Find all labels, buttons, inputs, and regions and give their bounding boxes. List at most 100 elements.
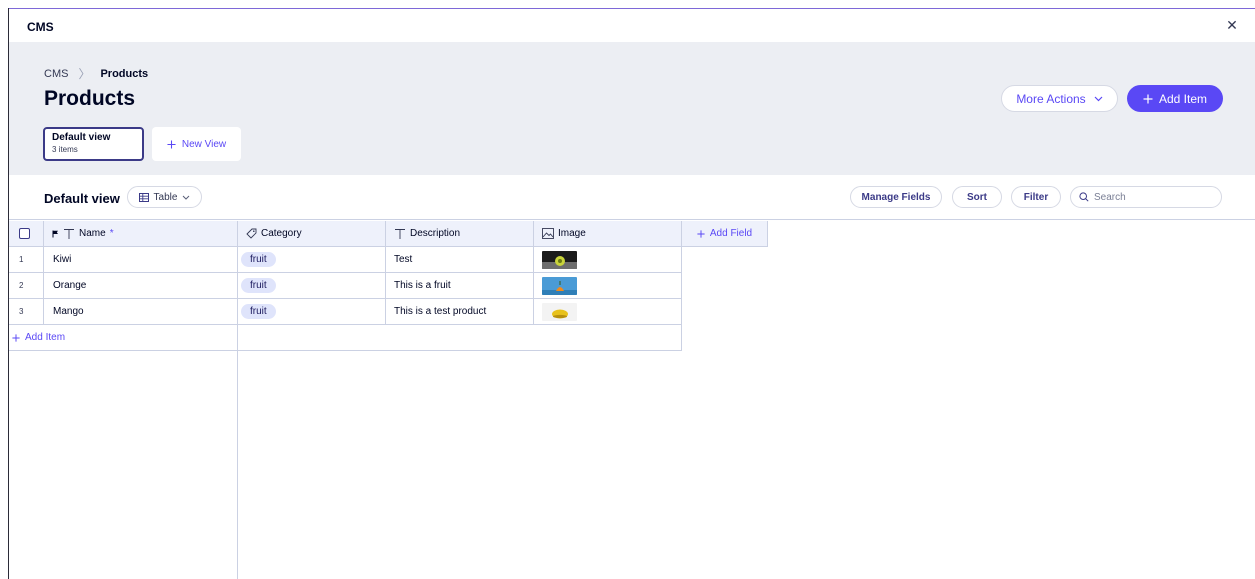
view-tab-count: 3 items <box>52 145 78 154</box>
new-view-button[interactable]: New View <box>152 127 241 161</box>
add-item-row-button[interactable]: Add Item <box>9 325 237 350</box>
cell-name-text: Orange <box>53 280 87 291</box>
cell-name-text: Mango <box>53 306 84 317</box>
more-actions-button[interactable]: More Actions <box>1001 85 1118 112</box>
row-number-text: 2 <box>19 281 24 290</box>
page-header: CMS 〉 Products Products More Actions Add… <box>9 42 1255 175</box>
cell-description[interactable]: This is a fruit <box>386 273 533 298</box>
table-icon <box>138 192 149 202</box>
plus-icon <box>1143 94 1153 103</box>
sort-label: Sort <box>967 191 987 203</box>
view-tab-default[interactable]: Default view 3 items <box>43 127 144 161</box>
grid-divider <box>9 246 768 247</box>
cell-name[interactable]: Kiwi <box>44 247 237 272</box>
sort-button[interactable]: Sort <box>952 186 1002 208</box>
cell-category[interactable]: fruit <box>238 299 385 324</box>
cell-image[interactable] <box>534 299 681 324</box>
image-icon <box>542 228 554 239</box>
column-header-image[interactable]: Image <box>534 221 681 246</box>
cell-description-text: This is a fruit <box>394 280 451 291</box>
cell-name[interactable]: Mango <box>44 299 237 324</box>
text-type-icon <box>395 228 405 239</box>
category-tag: fruit <box>241 252 276 267</box>
column-image-label: Image <box>558 228 586 239</box>
mango-thumbnail <box>542 302 577 321</box>
column-category-label: Category <box>261 228 302 239</box>
breadcrumb-separator-icon: 〉 <box>78 67 91 81</box>
row-number-text: 3 <box>19 307 24 316</box>
cell-description-text: Test <box>394 254 413 265</box>
cell-description[interactable]: Test <box>386 247 533 272</box>
cell-category[interactable]: fruit <box>238 247 385 272</box>
current-view-title: Default view <box>44 191 120 206</box>
text-type-icon <box>64 228 74 239</box>
tag-icon <box>246 228 257 239</box>
chevron-down-icon <box>1094 96 1103 101</box>
manage-fields-button[interactable]: Manage Fields <box>850 186 942 208</box>
cell-image[interactable] <box>534 273 681 298</box>
category-tag: fruit <box>241 304 276 319</box>
row-number-text: 1 <box>19 255 24 264</box>
column-header-description[interactable]: Description <box>386 221 533 246</box>
add-field-label: Add Field <box>709 228 753 239</box>
column-header-description-label-wrap: Description <box>386 228 460 240</box>
kiwi-thumbnail <box>542 250 577 269</box>
row-number: 2 <box>9 273 43 298</box>
breadcrumb-cms[interactable]: CMS <box>44 68 68 80</box>
new-view-label: New View <box>181 138 227 150</box>
cms-window: CMS ✕ CMS 〉 Products Products More Actio… <box>0 0 1255 579</box>
manage-fields-label: Manage Fields <box>861 191 931 203</box>
orange-thumbnail <box>542 276 577 295</box>
column-header-name-label-wrap: Name * <box>44 228 114 240</box>
add-item-label: Add Item <box>1158 91 1208 106</box>
add-item-row-label: Add Item <box>25 332 66 343</box>
column-description-label: Description <box>410 228 461 239</box>
row-number: 3 <box>9 299 43 324</box>
breadcrumb: CMS 〉 Products <box>44 65 148 82</box>
search-icon <box>1079 192 1089 202</box>
grid-divider <box>9 324 682 325</box>
add-item-button[interactable]: Add Item <box>1127 85 1223 112</box>
cell-category[interactable]: fruit <box>238 273 385 298</box>
grid-divider <box>9 272 682 273</box>
header-select-cell <box>9 221 43 246</box>
layout-label: Table <box>153 191 178 203</box>
add-field-button[interactable]: Add Field <box>682 221 767 246</box>
grid-divider <box>43 221 44 325</box>
layout-selector[interactable]: Table <box>127 186 202 208</box>
window-header: CMS ✕ <box>9 9 1255 42</box>
cell-name[interactable]: Orange <box>44 273 237 298</box>
column-header-image-label-wrap: Image <box>534 228 586 239</box>
window-title: CMS <box>27 20 54 34</box>
page-title: Products <box>44 87 136 110</box>
plus-icon <box>12 333 20 342</box>
search-box <box>1070 186 1222 208</box>
plus-icon <box>697 229 705 238</box>
filter-label: Filter <box>1023 191 1049 203</box>
grid-divider <box>681 221 682 351</box>
plus-icon <box>167 139 176 149</box>
column-header-category-label-wrap: Category <box>238 228 302 239</box>
table-toolbar: Default view Table Manage Fields Sort Fi… <box>9 175 1255 220</box>
breadcrumb-products: Products <box>100 67 149 80</box>
grid-divider <box>9 298 682 299</box>
grid-divider <box>385 221 386 325</box>
column-header-name[interactable]: Name * <box>44 221 237 246</box>
select-all-checkbox[interactable] <box>19 228 30 239</box>
grid-divider <box>767 221 768 247</box>
search-input[interactable] <box>1094 191 1214 203</box>
cell-name-text: Kiwi <box>53 254 72 265</box>
filter-button[interactable]: Filter <box>1011 186 1061 208</box>
column-header-category[interactable]: Category <box>238 221 385 246</box>
cell-description-text: This is a test product <box>394 306 487 317</box>
category-tag: fruit <box>241 278 276 293</box>
cell-image[interactable] <box>534 247 681 272</box>
grid-divider <box>533 221 534 325</box>
grid-divider <box>237 221 238 579</box>
grid-divider <box>9 350 682 351</box>
close-icon[interactable]: ✕ <box>1223 16 1241 34</box>
more-actions-label: More Actions <box>1016 91 1086 106</box>
cell-description[interactable]: This is a test product <box>386 299 533 324</box>
column-name-label: Name <box>79 228 106 239</box>
view-tab-title: Default view <box>52 132 111 143</box>
